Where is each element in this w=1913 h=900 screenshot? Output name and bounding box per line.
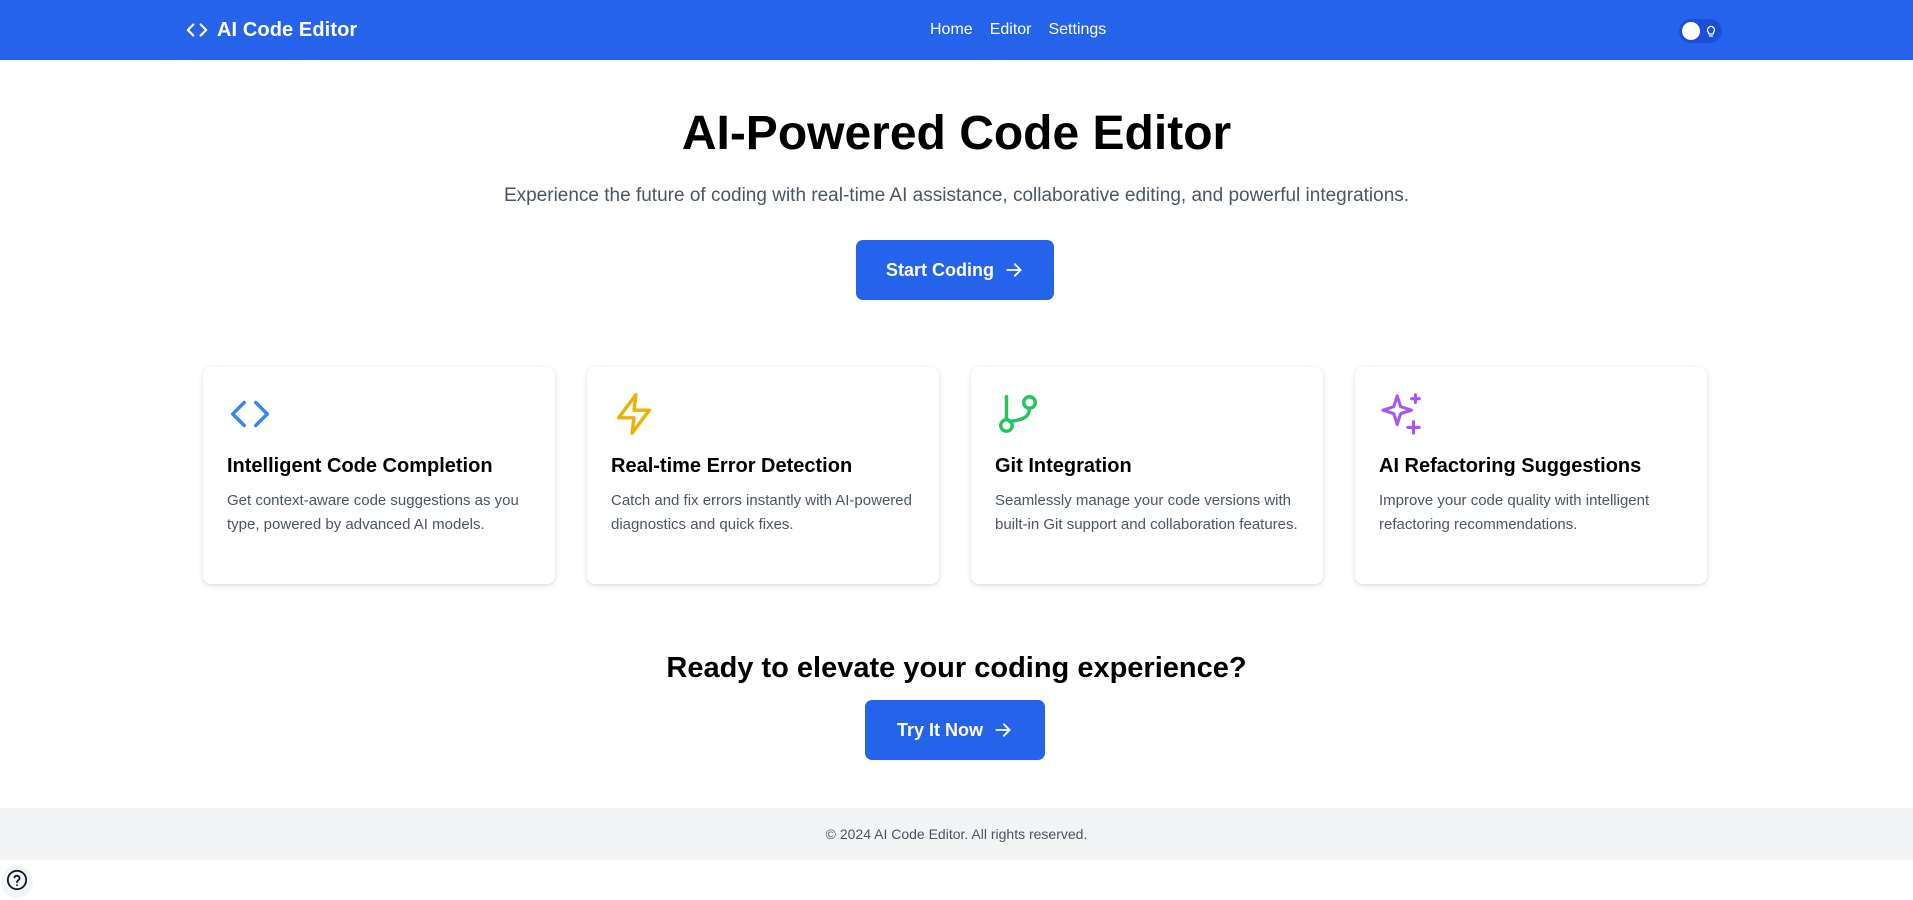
- lightbulb-icon: [1705, 24, 1717, 38]
- code-brackets-icon: [227, 391, 273, 437]
- sparkles-icon: [1379, 391, 1425, 437]
- nav-link-home[interactable]: Home: [930, 19, 973, 41]
- hero-title: AI-Powered Code Editor: [681, 107, 1232, 160]
- code-brackets-icon: [186, 19, 208, 41]
- arrow-right-icon: [1004, 260, 1024, 280]
- nav-link-settings[interactable]: Settings: [1048, 19, 1106, 41]
- toggle-knob: [1682, 22, 1700, 40]
- brand-title: AI Code Editor: [217, 18, 358, 41]
- feature-card: Real-time Error Detection Catch and fix …: [587, 367, 939, 584]
- help-button[interactable]: [1, 866, 33, 898]
- theme-toggle[interactable]: [1679, 19, 1722, 43]
- main-nav: Home Editor Settings: [930, 19, 1106, 41]
- feature-title: AI Refactoring Suggestions: [1379, 455, 1642, 477]
- feature-card: Git Integration Seamlessly manage your c…: [971, 367, 1323, 584]
- cta-title: Ready to elevate your coding experience?: [666, 652, 1247, 684]
- feature-title: Git Integration: [995, 455, 1132, 477]
- feature-card: AI Refactoring Suggestions Improve your …: [1355, 367, 1707, 584]
- start-coding-button[interactable]: Start Coding: [856, 240, 1054, 300]
- feature-title: Real-time Error Detection: [611, 455, 853, 477]
- feature-description: Catch and fix errors instantly with AI-p…: [611, 492, 912, 533]
- arrow-right-icon: [993, 720, 1013, 740]
- top-nav-bar: AI Code Editor Home Editor Settings: [0, 0, 1913, 60]
- help-icon: [6, 869, 28, 896]
- nav-link-editor[interactable]: Editor: [990, 19, 1032, 41]
- try-it-now-label: Try It Now: [896, 719, 983, 740]
- start-coding-label: Start Coding: [886, 259, 994, 280]
- brand-link[interactable]: AI Code Editor: [186, 17, 357, 43]
- feature-description: Seamlessly manage your code versions wit…: [995, 492, 1298, 533]
- footer: © 2024 AI Code Editor. All rights reserv…: [0, 808, 1913, 860]
- feature-description: Improve your code quality with intellige…: [1379, 492, 1650, 533]
- feature-card: Intelligent Code Completion Get context-…: [203, 367, 555, 584]
- feature-description: Get context-aware code suggestions as yo…: [227, 492, 519, 533]
- try-it-now-button[interactable]: Try It Now: [865, 700, 1045, 760]
- feature-title: Intelligent Code Completion: [227, 455, 493, 477]
- git-branch-icon: [995, 391, 1041, 437]
- lightning-icon: [611, 391, 657, 437]
- hero-subtitle: Experience the future of coding with rea…: [503, 185, 1410, 206]
- copyright-text: © 2024 AI Code Editor. All rights reserv…: [825, 826, 1088, 842]
